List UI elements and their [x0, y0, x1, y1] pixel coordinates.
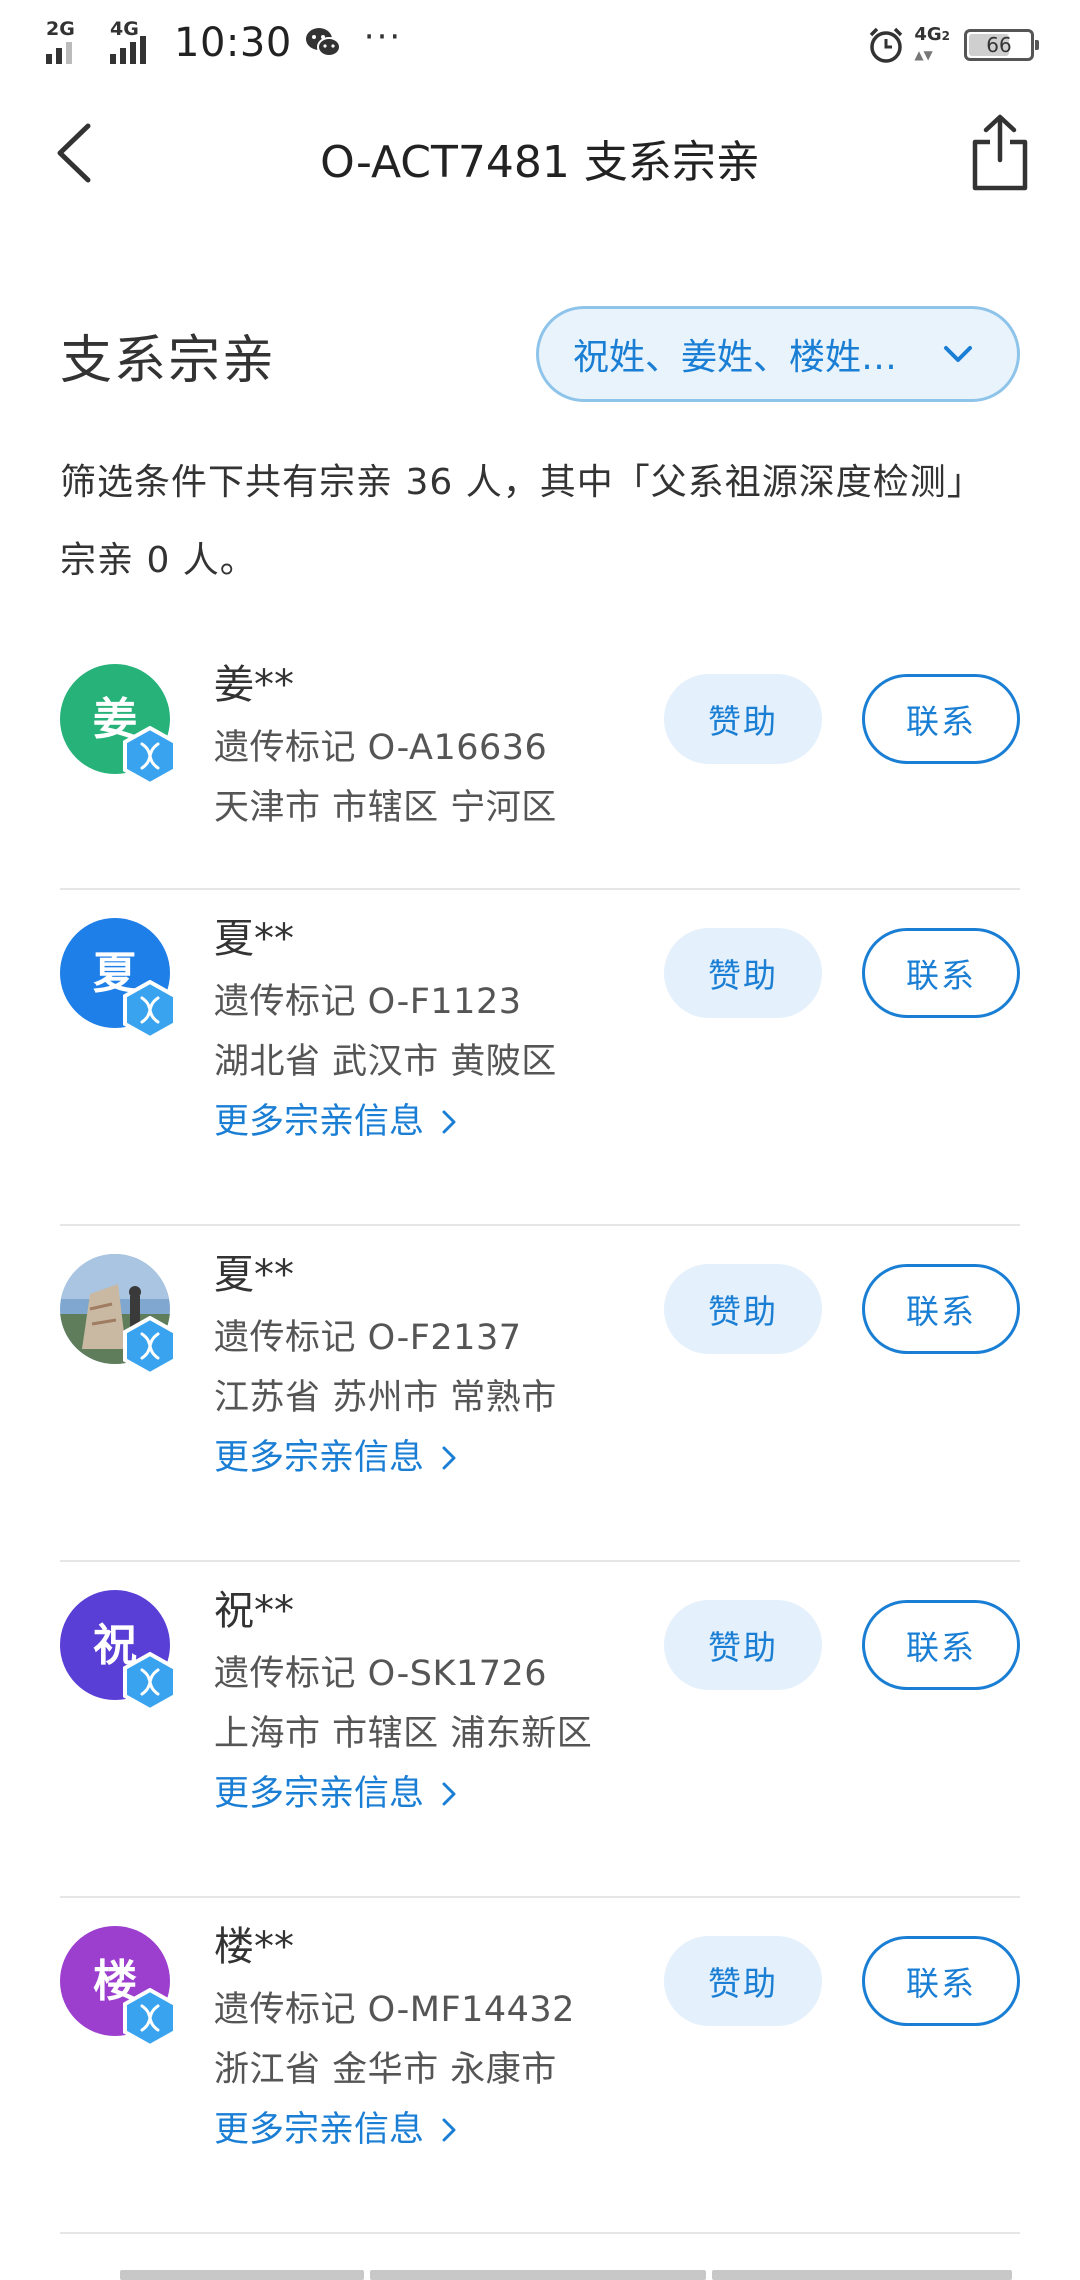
status-left: 2G 4G 10:30 ··· [46, 17, 403, 68]
relative-item[interactable]: 夏 夏** 遗传标记 O-F1123 湖北省 武汉市 黄陂区 更多宗亲信息 赞助… [60, 890, 1020, 1226]
network-4g-icon: 4G2 ▲▼ [914, 24, 950, 63]
filter-summary: 筛选条件下共有宗亲 36 人，其中「父系祖源深度检测」宗亲 0 人。 [60, 462, 984, 581]
more-info-link[interactable]: 更多宗亲信息 [214, 2100, 575, 2160]
relative-info: 夏** 遗传标记 O-F1123 湖北省 武汉市 黄陂区 更多宗亲信息 [214, 914, 557, 1152]
dna-badge-icon [123, 1988, 177, 2048]
contact-button[interactable]: 联系 [862, 1936, 1020, 2026]
status-bar: 2G 4G 10:30 ··· 4G2 ▲▼ 66 [0, 0, 1080, 90]
contact-button[interactable]: 联系 [862, 1600, 1020, 1690]
share-icon[interactable] [970, 112, 1030, 192]
relative-name: 祝** [214, 1588, 294, 1634]
relative-info: 祝** 遗传标记 O-SK1726 上海市 市辖区 浦东新区 更多宗亲信息 [214, 1586, 592, 1824]
chevron-right-icon [442, 2118, 456, 2142]
more-info-link[interactable]: 更多宗亲信息 [214, 1092, 557, 1152]
battery-level: 66 [986, 33, 1012, 57]
chevron-right-icon [442, 1110, 456, 1134]
page-title: O-ACT7481 支系宗亲 [320, 137, 760, 188]
more-info-label: 更多宗亲信息 [214, 2110, 425, 2150]
status-right: 4G2 ▲▼ 66 [866, 22, 1039, 68]
genetic-marker: 遗传标记 O-A16636 [214, 728, 548, 768]
alarm-icon [870, 27, 903, 63]
signal-4g-icon: 4G [110, 18, 156, 64]
relative-item[interactable]: 夏** 遗传标记 O-F2137 江苏省 苏州市 常熟市 更多宗亲信息 赞助 联… [60, 1226, 1020, 1562]
genetic-marker: 遗传标记 O-SK1726 [214, 1654, 548, 1694]
filter-label: 祝姓、姜姓、楼姓… [573, 337, 898, 378]
more-info-label: 更多宗亲信息 [214, 1102, 425, 1142]
relative-item[interactable]: 姜 姜** 遗传标记 O-A16636 天津市 市辖区 宁河区 赞助 联系 [60, 636, 1020, 890]
relative-info: 姜** 遗传标记 O-A16636 天津市 市辖区 宁河区 [214, 660, 557, 838]
contact-button[interactable]: 联系 [862, 928, 1020, 1018]
signal-2g-label: 2G [46, 18, 75, 40]
relative-name: 姜** [214, 662, 294, 708]
sponsor-button[interactable]: 赞助 [664, 674, 822, 764]
network-sub: 2 [941, 29, 950, 43]
avatar[interactable]: 楼 [60, 1926, 177, 2048]
sponsor-button[interactable]: 赞助 [664, 1936, 822, 2026]
more-info-link[interactable]: 更多宗亲信息 [214, 1764, 592, 1824]
chevron-right-icon [442, 1446, 456, 1470]
chevron-right-icon [442, 1782, 456, 1806]
relative-location: 浙江省 金华市 永康市 [214, 2050, 557, 2090]
chevron-down-icon [944, 346, 972, 362]
wechat-icon [305, 28, 341, 57]
relative-info: 楼** 遗传标记 O-MF14432 浙江省 金华市 永康市 更多宗亲信息 [214, 1922, 575, 2160]
relative-location: 上海市 市辖区 浦东新区 [214, 1714, 593, 1754]
relative-name: 夏** [214, 916, 294, 962]
dna-badge-icon [123, 726, 177, 786]
genetic-marker: 遗传标记 O-F1123 [214, 982, 522, 1022]
avatar[interactable]: 姜 [60, 664, 177, 786]
relative-name: 夏** [214, 1252, 294, 1298]
section-title: 支系宗亲 [60, 331, 277, 391]
avatar[interactable]: 夏 [60, 918, 177, 1040]
surname-filter-dropdown[interactable]: 祝姓、姜姓、楼姓… [536, 306, 1020, 402]
relative-location: 湖北省 武汉市 黄陂区 [214, 1042, 557, 1082]
more-notifications-icon: ··· [363, 17, 403, 57]
relative-info: 夏** 遗传标记 O-F2137 江苏省 苏州市 常熟市 更多宗亲信息 [214, 1250, 557, 1488]
relative-name: 楼** [214, 1924, 294, 1970]
sponsor-button[interactable]: 赞助 [664, 928, 822, 1018]
genetic-marker: 遗传标记 O-F2137 [214, 1318, 522, 1358]
more-info-label: 更多宗亲信息 [214, 1438, 425, 1478]
sponsor-button[interactable]: 赞助 [664, 1600, 822, 1690]
more-info-label: 更多宗亲信息 [214, 1774, 425, 1814]
relative-item[interactable]: 祝 祝** 遗传标记 O-SK1726 上海市 市辖区 浦东新区 更多宗亲信息 [60, 1562, 1020, 1898]
genetic-marker: 遗传标记 O-MF14432 [214, 1990, 575, 2030]
signal-2g-icon: 2G [46, 18, 92, 64]
bottom-scroll-indicator [120, 2270, 1012, 2280]
relative-location: 天津市 市辖区 宁河区 [214, 788, 557, 828]
contact-button[interactable]: 联系 [862, 674, 1020, 764]
more-info-link[interactable]: 更多宗亲信息 [214, 1428, 557, 1488]
dna-badge-icon [123, 1316, 177, 1376]
network-label: 4G [914, 24, 942, 45]
battery-icon: 66 [964, 29, 1039, 61]
dna-badge-icon [123, 980, 177, 1040]
avatar[interactable]: 祝 [60, 1590, 177, 1712]
relative-location: 江苏省 苏州市 常熟市 [214, 1378, 557, 1418]
contact-button[interactable]: 联系 [862, 1264, 1020, 1354]
status-time: 10:30 [174, 20, 292, 66]
avatar[interactable] [60, 1254, 177, 1376]
relatives-list: 姜 姜** 遗传标记 O-A16636 天津市 市辖区 宁河区 赞助 联系 夏 [60, 636, 1020, 2234]
relative-item[interactable]: 楼 楼** 遗传标记 O-MF14432 浙江省 金华市 永康市 更多宗亲信息 [60, 1898, 1020, 2234]
nav-bar: O-ACT7481 支系宗亲 [0, 90, 1080, 220]
sponsor-button[interactable]: 赞助 [664, 1264, 822, 1354]
dna-badge-icon [123, 1652, 177, 1712]
